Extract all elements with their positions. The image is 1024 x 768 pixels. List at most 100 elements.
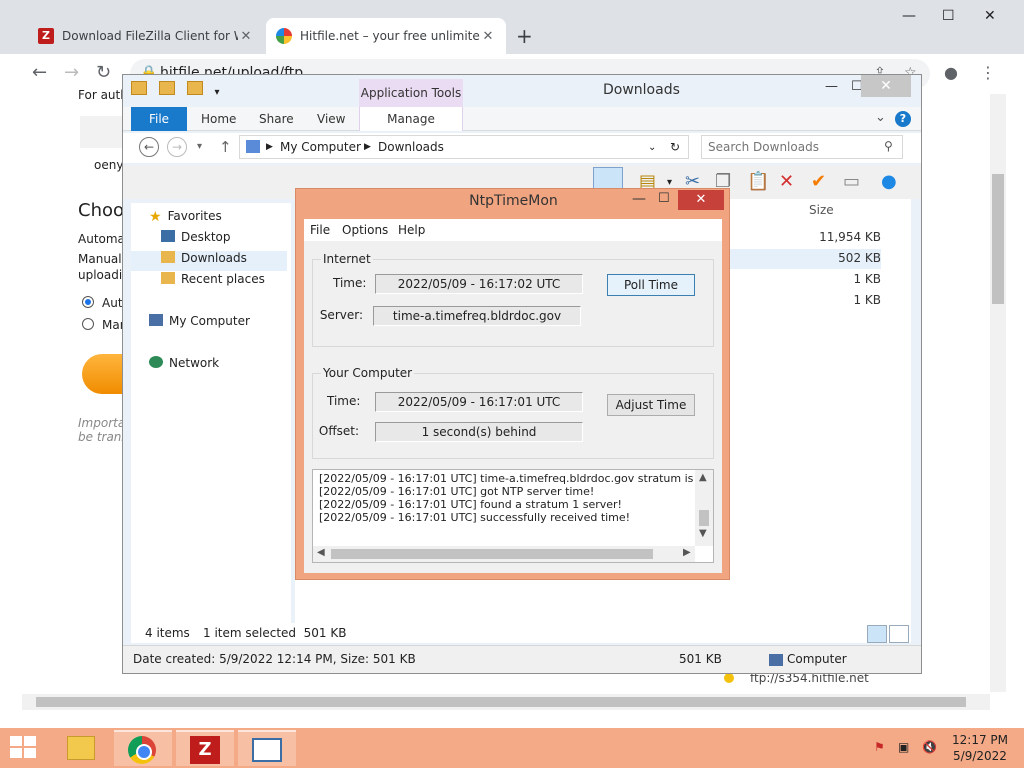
- address-bar[interactable]: ▶ My Computer ▶ Downloads ⌄ ↻: [239, 135, 689, 159]
- menu-help[interactable]: Help: [398, 223, 425, 237]
- sidebar-item-network[interactable]: Network: [131, 356, 287, 376]
- taskbar-chrome[interactable]: [114, 730, 172, 766]
- folder-icon[interactable]: [131, 81, 147, 95]
- taskbar-filezilla[interactable]: Z: [176, 730, 234, 766]
- tab-share[interactable]: Share: [259, 107, 294, 131]
- search-input[interactable]: [708, 139, 878, 155]
- maximize-icon[interactable]: ☐: [942, 8, 955, 24]
- large-icons-view-icon[interactable]: [889, 625, 909, 643]
- sidebar-item-downloads[interactable]: Downloads: [131, 251, 287, 271]
- scroll-up-icon[interactable]: ▲: [699, 472, 707, 483]
- details-view-icon[interactable]: [867, 625, 887, 643]
- paste-icon[interactable]: 📋: [747, 171, 769, 192]
- windows-start-icon[interactable]: [10, 736, 38, 760]
- server-label: Server:: [319, 308, 363, 322]
- recent-locations-icon[interactable]: ▾: [197, 141, 202, 152]
- log-line: [2022/05/09 - 16:17:01 UTC] successfully…: [319, 511, 631, 524]
- page-vertical-scrollbar[interactable]: [990, 94, 1006, 692]
- close-icon[interactable]: ✕: [480, 29, 496, 44]
- reload-icon[interactable]: ↻: [96, 62, 111, 83]
- taskbar-ntptimemon[interactable]: [238, 730, 296, 766]
- close-window-icon[interactable]: ✕: [984, 8, 996, 24]
- tab-view[interactable]: View: [317, 107, 345, 131]
- chevron-right-icon[interactable]: ▶: [364, 142, 371, 152]
- scroll-left-icon[interactable]: ◀: [317, 547, 325, 558]
- radio-manual[interactable]: [82, 318, 94, 330]
- filezilla-favicon-icon: Z: [38, 28, 54, 44]
- radio-automatic[interactable]: [82, 296, 94, 308]
- maximize-icon[interactable]: ☐: [658, 191, 670, 206]
- sidebar-item-my-computer[interactable]: My Computer: [131, 314, 287, 334]
- internet-group: Internet Time: 2022/05/09 - 16:17:02 UTC…: [312, 252, 714, 347]
- chevron-down-icon[interactable]: ⌄: [875, 110, 886, 125]
- your-computer-group-label: Your Computer: [321, 366, 415, 380]
- volume-muted-icon[interactable]: 🔇: [922, 740, 937, 754]
- sidebar-item-desktop[interactable]: Desktop: [131, 230, 287, 250]
- ntptimemon-window: NtpTimeMon — ☐ ✕ File Options Help Inter…: [295, 188, 730, 580]
- automatic-text: Automa: [78, 232, 125, 246]
- menu-file[interactable]: File: [310, 223, 330, 237]
- tab-hitfile[interactable]: Hitfile.net – your free unlimited file s…: [266, 18, 506, 54]
- new-folder-icon[interactable]: [186, 81, 203, 95]
- minimize-icon[interactable]: —: [902, 8, 916, 24]
- sidebar-item-favorites[interactable]: ★ Favorites: [131, 209, 287, 229]
- log-horizontal-scrollbar[interactable]: ◀ ▶: [313, 546, 695, 562]
- tab-home[interactable]: Home: [201, 107, 236, 131]
- forward-arrow-icon[interactable]: →: [167, 137, 187, 157]
- file-size: 502 KB: [838, 251, 881, 265]
- menu-kebab-icon[interactable]: ⋮: [980, 63, 996, 82]
- breadcrumb-my-computer[interactable]: My Computer: [280, 140, 361, 154]
- checkmark-icon[interactable]: ✔: [811, 171, 826, 192]
- chevron-down-icon[interactable]: ▾: [667, 177, 672, 188]
- close-icon[interactable]: ✕: [238, 29, 254, 44]
- action-center-flag-icon[interactable]: ⚑: [874, 740, 885, 754]
- server-field[interactable]: time-a.timefreq.bldrdoc.gov: [373, 306, 581, 326]
- system-clock[interactable]: 12:17 PM 5/9/2022: [950, 732, 1010, 764]
- network-status-icon[interactable]: ▣: [898, 740, 909, 754]
- profile-icon[interactable]: ●: [944, 63, 958, 82]
- close-icon[interactable]: ✕: [861, 75, 911, 97]
- delete-icon[interactable]: ✕: [779, 171, 794, 192]
- properties-icon[interactable]: [158, 81, 175, 95]
- chevron-down-icon[interactable]: ▾: [214, 87, 219, 98]
- menu-options[interactable]: Options: [342, 223, 388, 237]
- sidebar-item-recent-places[interactable]: Recent places: [131, 272, 287, 292]
- globe-icon[interactable]: ●: [881, 171, 897, 192]
- chevron-down-icon[interactable]: ⌄: [648, 142, 656, 153]
- search-field[interactable]: ⚲: [701, 135, 903, 159]
- rename-icon[interactable]: ▭: [843, 171, 860, 192]
- scroll-right-icon[interactable]: ▶: [683, 547, 691, 558]
- offset-label: Offset:: [318, 424, 359, 438]
- adjust-time-button[interactable]: Adjust Time: [607, 394, 695, 416]
- scroll-down-icon[interactable]: ▼: [699, 528, 707, 539]
- search-icon[interactable]: ⚲: [884, 139, 893, 153]
- close-icon[interactable]: ✕: [678, 190, 724, 210]
- menu-bar: File Options Help: [304, 219, 722, 241]
- refresh-icon[interactable]: ↻: [670, 140, 680, 154]
- new-tab-plus-icon[interactable]: +: [516, 24, 533, 48]
- column-header-size[interactable]: Size: [809, 203, 834, 217]
- computer-icon: [769, 654, 783, 666]
- breadcrumb-downloads[interactable]: Downloads: [378, 140, 444, 154]
- tab-filezilla[interactable]: Z Download FileZilla Client for Windows …: [28, 18, 264, 54]
- navigation-pane: ★ Favorites Desktop Downloads Recent plac…: [131, 203, 291, 623]
- back-arrow-icon[interactable]: ←: [32, 62, 47, 83]
- log-line: [2022/05/09 - 16:17:01 UTC] found a stra…: [319, 498, 622, 511]
- back-arrow-icon[interactable]: ←: [139, 137, 159, 157]
- page-horizontal-scrollbar[interactable]: [22, 694, 990, 710]
- taskbar: Z ⚑ ▣ 🔇 12:17 PM 5/9/2022: [0, 728, 1024, 768]
- poll-time-button[interactable]: Poll Time: [607, 274, 695, 296]
- up-arrow-icon[interactable]: ↑: [219, 138, 232, 156]
- minimize-icon[interactable]: —: [825, 79, 838, 94]
- taskbar-explorer[interactable]: [52, 730, 110, 766]
- tab-manage[interactable]: Manage: [359, 107, 463, 131]
- log-vertical-scrollbar[interactable]: ▲ ▼: [695, 470, 713, 546]
- log-list[interactable]: [2022/05/09 - 16:17:01 UTC] time-a.timef…: [312, 469, 714, 563]
- chevron-right-icon[interactable]: ▶: [266, 142, 273, 152]
- forward-arrow-icon[interactable]: →: [64, 62, 79, 83]
- minimize-icon[interactable]: —: [632, 191, 646, 207]
- log-line: [2022/05/09 - 16:17:01 UTC] time-a.timef…: [319, 472, 704, 485]
- tab-file[interactable]: File: [131, 107, 187, 131]
- tab-title: Download FileZilla Client for Windows: [62, 29, 238, 43]
- help-icon[interactable]: ?: [895, 111, 911, 127]
